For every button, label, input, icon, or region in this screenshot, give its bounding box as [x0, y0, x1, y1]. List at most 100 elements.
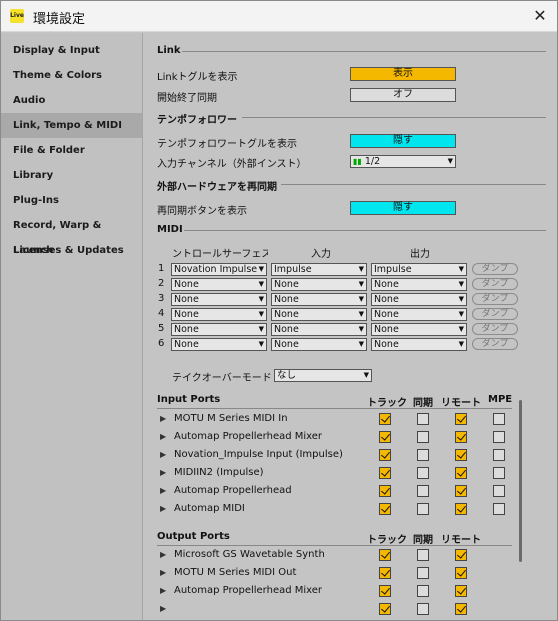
dropdown-value: None — [174, 324, 199, 335]
midi-output-dropdown[interactable]: None ▼ — [371, 338, 467, 351]
track-checkbox[interactable] — [379, 485, 391, 497]
dump-button[interactable]: ダンプ — [472, 263, 518, 275]
midi-output-dropdown[interactable]: None ▼ — [371, 308, 467, 321]
track-checkbox[interactable] — [379, 567, 391, 579]
control-surface-dropdown[interactable]: Novation Impulse ▼ — [171, 263, 267, 276]
sync-checkbox[interactable] — [417, 503, 429, 515]
dump-button[interactable]: ダンプ — [472, 323, 518, 335]
midi-section-title: MIDI — [157, 224, 183, 235]
control-surface-dropdown[interactable]: None ▼ — [171, 338, 267, 351]
midi-input-dropdown[interactable]: None ▼ — [271, 338, 367, 351]
track-checkbox[interactable] — [379, 467, 391, 479]
sync-checkbox[interactable] — [417, 485, 429, 497]
sync-checkbox[interactable] — [417, 549, 429, 561]
midi-input-dropdown[interactable]: Impulse ▼ — [271, 263, 367, 276]
sidebar-item-library[interactable]: Library — [1, 163, 142, 188]
expand-arrow-icon[interactable]: ▶ — [160, 414, 166, 423]
expand-arrow-icon[interactable]: ▶ — [160, 586, 166, 595]
control-surface-dropdown[interactable]: None ▼ — [171, 308, 267, 321]
expand-arrow-icon[interactable]: ▶ — [160, 450, 166, 459]
dump-button[interactable]: ダンプ — [472, 278, 518, 290]
sidebar-item-plug-ins[interactable]: Plug-Ins — [1, 188, 142, 213]
link-toggle-show-button[interactable]: 表示 — [350, 67, 456, 81]
sidebar-item-audio[interactable]: Audio — [1, 88, 142, 113]
control-surface-dropdown[interactable]: None ▼ — [171, 323, 267, 336]
dropdown-value: None — [274, 294, 299, 305]
window-title: 環境設定 — [33, 12, 86, 27]
mpe-checkbox[interactable] — [493, 413, 505, 425]
sidebar-item-licenses-updates[interactable]: Licenses & Updates — [1, 238, 142, 263]
sidebar-item-display-input[interactable]: Display & Input — [1, 38, 142, 63]
remote-checkbox[interactable] — [455, 585, 467, 597]
dropdown-value: None — [174, 294, 199, 305]
sidebar-item-link-tempo-midi[interactable]: Link, Tempo & MIDI — [1, 113, 142, 138]
control-surface-dropdown[interactable]: None ▼ — [171, 293, 267, 306]
remote-checkbox[interactable] — [455, 485, 467, 497]
expand-arrow-icon[interactable]: ▶ — [160, 568, 166, 577]
mpe-checkbox[interactable] — [493, 485, 505, 497]
dropdown-value: None — [374, 309, 399, 320]
takeover-mode-dropdown[interactable]: なし ▼ — [274, 369, 372, 382]
start-stop-sync-button[interactable]: オフ — [350, 88, 456, 102]
input-channel-label: 入力チャンネル（外部インスト） — [157, 159, 307, 170]
midi-output-dropdown[interactable]: None ▼ — [371, 323, 467, 336]
resync-show-button[interactable]: 隠す — [350, 201, 456, 215]
remote-checkbox[interactable] — [455, 549, 467, 561]
sync-checkbox[interactable] — [417, 585, 429, 597]
input-channel-dropdown[interactable]: ▮▮ 1/2 ▼ — [350, 155, 456, 168]
mpe-checkbox[interactable] — [493, 503, 505, 515]
expand-arrow-icon[interactable]: ▶ — [160, 604, 166, 613]
sync-checkbox[interactable] — [417, 431, 429, 443]
vertical-scrollbar[interactable] — [519, 400, 522, 562]
tempo-follower-toggle-button[interactable]: 隠す — [350, 134, 456, 148]
expand-arrow-icon[interactable]: ▶ — [160, 432, 166, 441]
midi-input-dropdown[interactable]: None ▼ — [271, 293, 367, 306]
remote-checkbox[interactable] — [455, 567, 467, 579]
midi-output-dropdown[interactable]: None ▼ — [371, 278, 467, 291]
track-checkbox[interactable] — [379, 449, 391, 461]
sync-checkbox[interactable] — [417, 567, 429, 579]
sync-checkbox[interactable] — [417, 449, 429, 461]
track-checkbox[interactable] — [379, 603, 391, 615]
dropdown-arrow-icon: ▼ — [358, 295, 364, 303]
midi-output-dropdown[interactable]: Impulse ▼ — [371, 263, 467, 276]
midi-output-dropdown[interactable]: None ▼ — [371, 293, 467, 306]
midi-input-dropdown[interactable]: None ▼ — [271, 323, 367, 336]
remote-checkbox[interactable] — [455, 449, 467, 461]
midi-input-dropdown[interactable]: None ▼ — [271, 308, 367, 321]
sidebar-item-theme-colors[interactable]: Theme & Colors — [1, 63, 142, 88]
mpe-checkbox[interactable] — [493, 467, 505, 479]
sync-checkbox[interactable] — [417, 413, 429, 425]
track-checkbox[interactable] — [379, 431, 391, 443]
section-divider — [157, 545, 512, 546]
remote-checkbox[interactable] — [455, 413, 467, 425]
remote-checkbox[interactable] — [455, 603, 467, 615]
mpe-checkbox[interactable] — [493, 449, 505, 461]
dump-button[interactable]: ダンプ — [472, 338, 518, 350]
mpe-checkbox[interactable] — [493, 431, 505, 443]
track-checkbox[interactable] — [379, 503, 391, 515]
remote-checkbox[interactable] — [455, 503, 467, 515]
close-icon[interactable]: ✕ — [531, 7, 549, 25]
sidebar-item-record-warp-launch[interactable]: Record, Warp & Launch — [1, 213, 142, 256]
midi-input-dropdown[interactable]: None ▼ — [271, 278, 367, 291]
expand-arrow-icon[interactable]: ▶ — [160, 486, 166, 495]
track-checkbox[interactable] — [379, 585, 391, 597]
track-checkbox[interactable] — [379, 549, 391, 561]
dump-button[interactable]: ダンプ — [472, 293, 518, 305]
expand-arrow-icon[interactable]: ▶ — [160, 550, 166, 559]
sync-checkbox[interactable] — [417, 467, 429, 479]
expand-arrow-icon[interactable]: ▶ — [160, 468, 166, 477]
sync-checkbox[interactable] — [417, 603, 429, 615]
control-surface-dropdown[interactable]: None ▼ — [171, 278, 267, 291]
dropdown-value: None — [274, 279, 299, 290]
sidebar-item-file-folder[interactable]: File & Folder — [1, 138, 142, 163]
expand-arrow-icon[interactable]: ▶ — [160, 504, 166, 513]
dump-button[interactable]: ダンプ — [472, 308, 518, 320]
dropdown-value: None — [174, 309, 199, 320]
track-checkbox[interactable] — [379, 413, 391, 425]
remote-checkbox[interactable] — [455, 467, 467, 479]
dropdown-arrow-icon: ▼ — [358, 340, 364, 348]
remote-checkbox[interactable] — [455, 431, 467, 443]
midi-row-number: 2 — [158, 278, 165, 289]
